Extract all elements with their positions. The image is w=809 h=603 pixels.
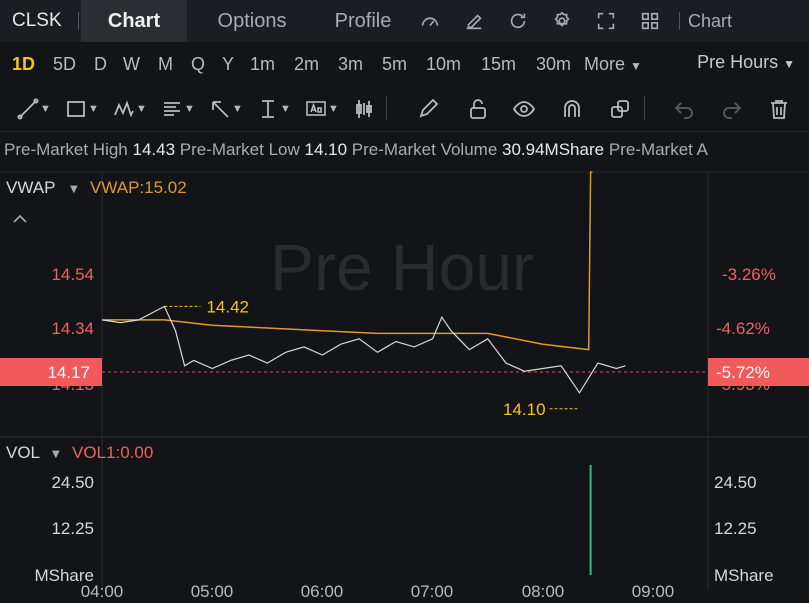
volume-bars	[589, 464, 592, 575]
collapse-chevron-icon[interactable]	[13, 214, 27, 223]
volume-indicator-name[interactable]: VOL	[6, 443, 40, 462]
time-axis-label: 08:00	[522, 582, 565, 601]
volume-axis-label: 24.50	[714, 473, 757, 492]
low-marker-label: 14.10	[503, 400, 546, 419]
high-marker-label: 14.42	[206, 297, 249, 316]
volume-axis-unit: MShare	[714, 566, 774, 585]
price-axis-label: 14.54	[51, 265, 94, 284]
indicator-value: VWAP:15.02	[90, 178, 187, 197]
current-pct-value: -5.72%	[716, 363, 770, 382]
price-axis-label: 14.34	[51, 319, 94, 338]
volume-bar	[589, 464, 592, 575]
caret-down-icon[interactable]: ▼	[52, 449, 60, 460]
caret-down-icon[interactable]: ▼	[70, 184, 78, 195]
pct-axis-label: -3.26%	[722, 265, 776, 284]
pct-axis-label: -4.62%	[716, 319, 770, 338]
current-price-value: 14.17	[47, 363, 90, 382]
time-axis-label: 06:00	[301, 582, 344, 601]
time-axis-label: 09:00	[632, 582, 675, 601]
watermark: Pre Hour	[270, 230, 534, 304]
volume-indicator-value: VOL1:0.00	[72, 443, 153, 462]
volume-axis-label: 24.50	[51, 473, 94, 492]
price-series-line	[101, 305, 626, 394]
volume-axis-label: 12.25	[714, 519, 757, 538]
time-axis-label: 07:00	[411, 582, 454, 601]
price-chart[interactable]: Pre Hour VWAP ▼ VWAP:15.02 14.54 14.34 1…	[0, 0, 809, 603]
indicator-name[interactable]: VWAP	[6, 178, 55, 197]
time-axis-label: 04:00	[81, 582, 124, 601]
volume-axis-label: 12.25	[51, 519, 94, 538]
time-axis-label: 05:00	[191, 582, 234, 601]
